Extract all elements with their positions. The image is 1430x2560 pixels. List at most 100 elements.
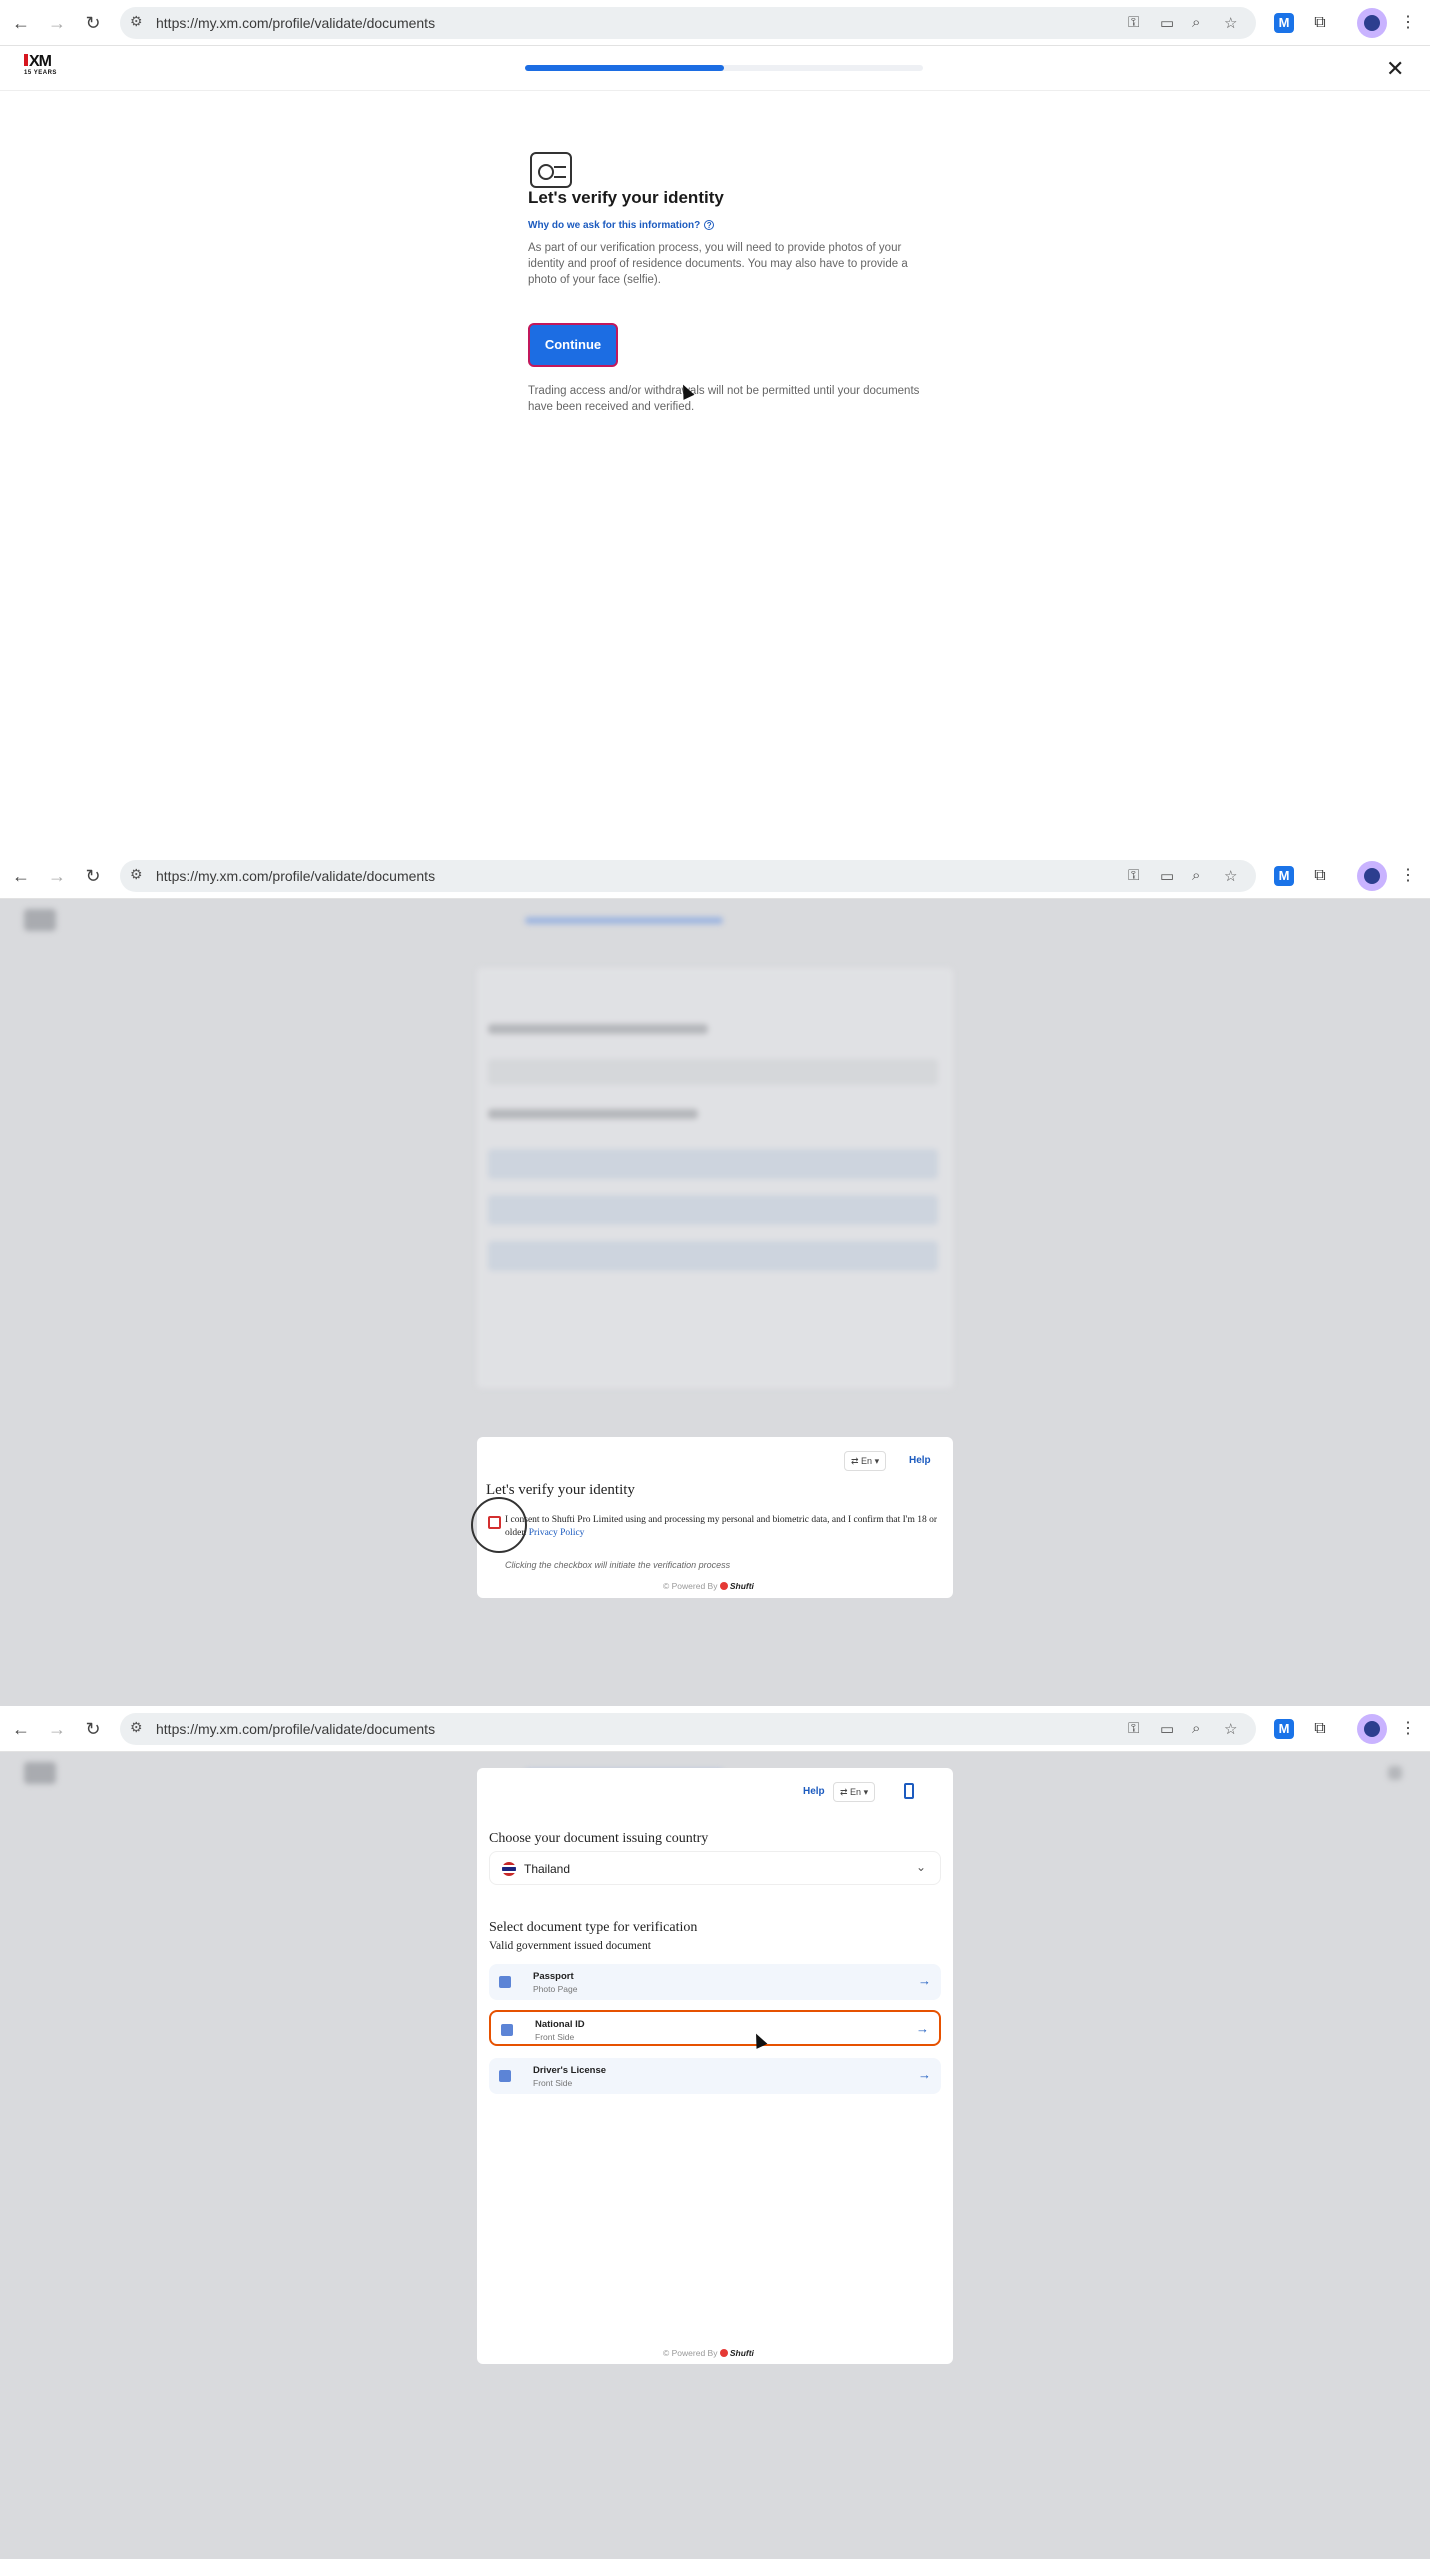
site-settings-icon[interactable]: ⚙ — [130, 866, 143, 883]
document-side: Front Side — [533, 2078, 573, 2088]
language-selector[interactable]: ⇄ En ▾ — [833, 1782, 876, 1802]
mobile-phone-icon[interactable] — [904, 1783, 914, 1799]
arrow-right-icon: → — [916, 2021, 929, 2036]
close-icon[interactable]: ✕ — [1386, 56, 1404, 82]
document-option-national-id[interactable]: National ID Front Side → — [489, 2010, 941, 2046]
install-app-icon[interactable]: ▭ — [1160, 14, 1174, 32]
why-info-link[interactable]: Why do we ask for this information?? — [528, 220, 715, 231]
more-menu-icon[interactable]: ⋮ — [1396, 11, 1420, 35]
extensions-puzzle-icon[interactable]: ⧉ — [1308, 11, 1332, 35]
zoom-icon[interactable]: ⌕ — [1192, 14, 1200, 31]
page-title: Let's verify your identity — [528, 188, 724, 207]
help-circle-icon[interactable]: ? — [704, 220, 715, 230]
blurred-option — [488, 1195, 938, 1225]
description-text: As part of our verification process, you… — [528, 242, 908, 286]
country-value[interactable]: Thailand — [524, 1862, 570, 1876]
arrow-right-icon: → — [918, 2067, 931, 2082]
document-side: Photo Page — [533, 1984, 578, 1994]
why-info-link-label[interactable]: Why do we ask for this information? — [528, 220, 700, 231]
blurred-logo — [24, 1762, 56, 1784]
country-dropdown[interactable]: Thailand ⌄ — [489, 1851, 941, 1885]
profile-avatar[interactable] — [1357, 1714, 1387, 1744]
help-link[interactable]: Help — [803, 1786, 825, 1797]
address-bar[interactable]: ⚙ https://my.xm.com/profile/validate/doc… — [120, 7, 1256, 39]
help-link[interactable]: Help — [909, 1455, 931, 1466]
language-label[interactable]: En — [850, 1787, 861, 1797]
document-name: Passport — [533, 1971, 574, 1982]
shufti-logo: Shufti — [720, 1581, 754, 1591]
address-bar[interactable]: ⚙ https://my.xm.com/profile/validate/doc… — [120, 1713, 1256, 1745]
browser-toolbar: ← → ↻ ⚙ https://my.xm.com/profile/valida… — [0, 0, 1430, 46]
consent-dialog: ⇄ En ▾ Help Let's verify your identity I… — [471, 1437, 953, 1598]
bookmark-star-icon[interactable]: ☆ — [1224, 14, 1237, 32]
address-bar[interactable]: ⚙ https://my.xm.com/profile/validate/doc… — [120, 860, 1256, 892]
blurred-option — [488, 1149, 938, 1179]
blurred-select — [488, 1059, 938, 1085]
document-type-subheading: Valid government issued document — [489, 1940, 651, 1952]
bookmark-star-icon[interactable]: ☆ — [1224, 867, 1237, 885]
bookmark-star-icon[interactable]: ☆ — [1224, 1720, 1237, 1738]
extension-m-icon[interactable]: M — [1274, 866, 1294, 886]
install-app-icon[interactable]: ▭ — [1160, 1720, 1174, 1738]
blurred-option — [488, 1241, 938, 1271]
extensions-puzzle-icon[interactable]: ⧉ — [1308, 1717, 1332, 1741]
extension-m-icon[interactable]: M — [1274, 13, 1294, 33]
chevron-down-icon[interactable]: ⌄ — [916, 1860, 926, 1874]
blurred-subheading — [488, 1109, 698, 1119]
extension-m-icon[interactable]: M — [1274, 1719, 1294, 1739]
xm-logo-text: XM — [24, 54, 60, 70]
powered-by-label: © Powered By — [663, 1581, 718, 1591]
password-key-icon[interactable]: ⚿ — [1128, 1720, 1139, 1737]
powered-by: © Powered By Shufti — [663, 2348, 754, 2358]
back-icon[interactable]: ← — [8, 863, 34, 889]
site-settings-icon[interactable]: ⚙ — [130, 1719, 143, 1736]
site-settings-icon[interactable]: ⚙ — [130, 13, 143, 30]
xm-logo: XM 15 YEARS — [24, 54, 60, 82]
forward-icon[interactable]: → — [44, 10, 70, 36]
back-icon[interactable]: ← — [8, 10, 34, 36]
translate-icon: ⇄ — [851, 1456, 862, 1466]
country-heading: Choose your document issuing country — [489, 1831, 709, 1846]
continue-button[interactable]: Continue — [528, 323, 618, 367]
profile-avatar[interactable] — [1357, 8, 1387, 38]
more-menu-icon[interactable]: ⋮ — [1396, 1717, 1420, 1741]
consent-checkbox[interactable] — [488, 1516, 501, 1529]
profile-avatar[interactable] — [1357, 861, 1387, 891]
language-label[interactable]: En — [861, 1456, 872, 1466]
document-option-drivers-license[interactable]: Driver's License Front Side → — [489, 2058, 941, 2094]
consent-text: I consent to Shufti Pro Limited using an… — [505, 1514, 950, 1540]
more-menu-icon[interactable]: ⋮ — [1396, 864, 1420, 888]
reload-icon[interactable]: ↻ — [80, 863, 106, 889]
install-app-icon[interactable]: ▭ — [1160, 867, 1174, 885]
powered-by: © Powered By Shufti — [663, 1581, 754, 1591]
reload-icon[interactable]: ↻ — [80, 10, 106, 36]
url-text[interactable]: https://my.xm.com/profile/validate/docum… — [156, 868, 435, 884]
url-text[interactable]: https://my.xm.com/profile/validate/docum… — [156, 1721, 435, 1737]
progress-bar — [525, 65, 923, 71]
extensions-puzzle-icon[interactable]: ⧉ — [1308, 864, 1332, 888]
zoom-icon[interactable]: ⌕ — [1192, 1720, 1200, 1737]
xm-logo-sub: 15 YEARS — [24, 70, 57, 76]
passport-icon — [499, 1976, 511, 1988]
document-selection-dialog: Help ⇄ En ▾ Choose your document issuing… — [477, 1768, 953, 2364]
document-option-passport[interactable]: Passport Photo Page → — [489, 1964, 941, 2000]
password-key-icon[interactable]: ⚿ — [1128, 14, 1139, 31]
id-card-icon — [501, 2024, 513, 2036]
zoom-icon[interactable]: ⌕ — [1192, 867, 1200, 884]
forward-icon[interactable]: → — [44, 1716, 70, 1742]
url-text[interactable]: https://my.xm.com/profile/validate/docum… — [156, 15, 435, 31]
blurred-logo — [24, 909, 56, 931]
blurred-progress — [525, 917, 723, 924]
screenshot-panel-1: ← → ↻ ⚙ https://my.xm.com/profile/valida… — [0, 0, 1430, 853]
forward-icon[interactable]: → — [44, 863, 70, 889]
id-card-icon — [530, 152, 572, 188]
shufti-logo: Shufti — [720, 2348, 754, 2358]
document-name: Driver's License — [533, 2065, 607, 2076]
privacy-policy-link[interactable]: Privacy Policy — [529, 1528, 585, 1538]
document-side: Front Side — [535, 2032, 575, 2042]
reload-icon[interactable]: ↻ — [80, 1716, 106, 1742]
progress-fill — [525, 65, 724, 71]
back-icon[interactable]: ← — [8, 1716, 34, 1742]
password-key-icon[interactable]: ⚿ — [1128, 867, 1139, 884]
language-selector[interactable]: ⇄ En ▾ — [844, 1451, 887, 1471]
